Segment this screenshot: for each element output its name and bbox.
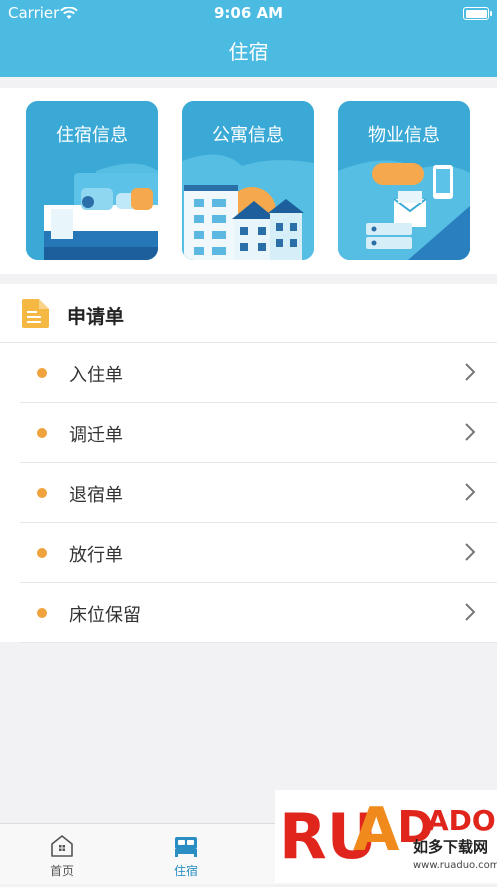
status-time: 9:06 AM — [213, 4, 284, 22]
page-title: 住宿 — [228, 40, 269, 64]
list-item-label: 入住单 — [69, 365, 123, 386]
bullet-dot-icon — [37, 608, 47, 618]
watermark-logo-icon: RU A D ADO 如多下载网 www.ruaduo.com — [279, 795, 497, 873]
tab-home[interactable]: 首页 — [0, 824, 124, 884]
bullet-dot-icon — [37, 548, 47, 558]
list-item-release[interactable]: 放行单 — [20, 523, 497, 583]
home-icon — [50, 834, 74, 862]
section-title: 申请单 — [67, 306, 125, 328]
chevron-right-icon — [465, 483, 476, 505]
card-title: 公寓信息 — [212, 125, 284, 146]
svg-text:如多下载网: 如多下载网 — [413, 838, 488, 856]
card-accommodation-info[interactable]: 住宿信息 — [26, 101, 158, 260]
svg-text:www.ruaduo.com: www.ruaduo.com — [413, 860, 497, 871]
list-item-label: 放行单 — [69, 545, 123, 566]
bullet-dot-icon — [37, 488, 47, 498]
bullet-dot-icon — [37, 368, 47, 378]
card-title: 物业信息 — [368, 125, 440, 146]
chevron-right-icon — [465, 543, 476, 565]
nav-header: Carrier 9:06 AM 住宿 — [0, 0, 497, 77]
info-cards: 住宿信息 公寓信息 物业信息 — [0, 88, 497, 274]
watermark-logo: RU A D ADO 如多下载网 www.ruaduo.com — [275, 790, 497, 883]
chevron-right-icon — [465, 603, 476, 625]
list-item-label: 调迁单 — [69, 425, 123, 446]
list-item-label: 退宿单 — [69, 485, 123, 506]
chevron-right-icon — [465, 363, 476, 385]
application-section: 申请单 入住单 调迁单 退宿单 放行单 床位保留 — [0, 284, 497, 643]
status-bar: Carrier 9:06 AM — [0, 4, 497, 22]
list-item-label: 床位保留 — [69, 605, 141, 626]
list-item-transfer[interactable]: 调迁单 — [20, 403, 497, 463]
tab-accommodation[interactable]: 住宿 — [124, 824, 248, 884]
tab-label: 住宿 — [173, 864, 198, 878]
card-property-info[interactable]: 物业信息 — [338, 101, 470, 260]
bed-icon — [174, 834, 198, 862]
section-header: 申请单 — [0, 284, 497, 343]
battery-icon — [463, 7, 492, 20]
svg-text:ADO: ADO — [427, 804, 496, 837]
document-icon — [20, 298, 51, 333]
chevron-right-icon — [465, 423, 476, 445]
card-apartment-info[interactable]: 公寓信息 — [182, 101, 314, 260]
list-item-bed-reservation[interactable]: 床位保留 — [20, 583, 497, 643]
list-item-check-out[interactable]: 退宿单 — [20, 463, 497, 523]
list-item-check-in[interactable]: 入住单 — [20, 343, 497, 403]
bullet-dot-icon — [37, 428, 47, 438]
svg-text:A: A — [353, 795, 400, 865]
card-title: 住宿信息 — [56, 125, 128, 146]
tab-label: 首页 — [49, 864, 74, 878]
